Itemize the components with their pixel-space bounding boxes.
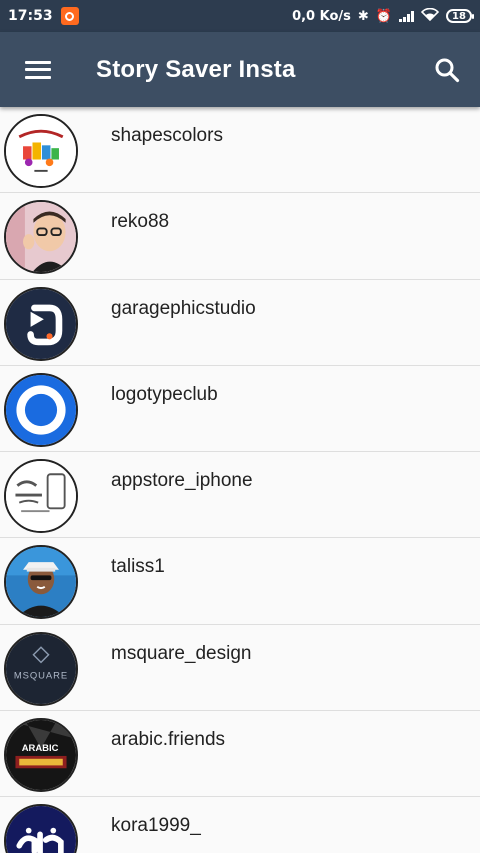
alarm-off-icon: ⏰ <box>375 8 392 24</box>
battery-icon: 18 <box>446 9 474 23</box>
signal-icon <box>399 10 414 22</box>
username: arabic.friends <box>111 729 226 751</box>
menu-button[interactable] <box>0 32 76 107</box>
list-item[interactable]: ARABIC arabic.friends <box>0 711 480 798</box>
list-item[interactable]: reko88 <box>0 193 480 280</box>
avatar-appstore-iphone <box>4 459 78 534</box>
avatar-kora1999 <box>4 804 78 853</box>
app-bar: Story Saver Insta <box>0 32 480 107</box>
username: appstore_iphone <box>111 470 253 492</box>
bluetooth-icon: ✱ <box>357 8 369 24</box>
avatar-arabic-friends: ARABIC <box>4 718 78 793</box>
username: msquare_design <box>111 642 252 664</box>
wifi-icon <box>420 7 440 24</box>
avatar-msquare-design: MSQUARE <box>4 631 78 706</box>
username: logotypeclub <box>111 383 218 405</box>
avatar-taliss1 <box>4 545 78 620</box>
avatar-shapescolors <box>4 114 78 188</box>
search-button[interactable] <box>418 32 476 107</box>
arabic-logo-text: ARABIC <box>22 743 59 754</box>
username: taliss1 <box>111 556 165 578</box>
list-item[interactable]: shapescolors <box>0 107 480 194</box>
avatar-garagephicstudio <box>4 286 78 361</box>
list-item[interactable]: garagephicstudio <box>0 279 480 366</box>
search-icon <box>435 58 460 82</box>
status-bar: 17:53 0,0 Ko/s ✱ ⏰ 18 <box>0 0 480 32</box>
list-item[interactable]: MSQUARE msquare_design <box>0 624 480 712</box>
notification-icon <box>60 7 79 25</box>
list-item[interactable]: appstore_iphone <box>0 452 480 539</box>
avatar-logotypeclub <box>4 372 78 447</box>
username: garagephicstudio <box>111 297 256 319</box>
app-title: Story Saver Insta <box>96 55 296 83</box>
msquare-logo-text: MSQUARE <box>14 670 68 681</box>
list-item[interactable]: kora1999_ <box>0 797 480 853</box>
status-indicators: 0,0 Ko/s ✱ ⏰ 18 <box>292 7 474 24</box>
network-speed: 0,0 Ko/s <box>292 8 351 24</box>
list-item[interactable]: taliss1 <box>0 538 480 625</box>
account-list: shapescolors reko88 garagephicstudio log… <box>0 107 480 853</box>
list-item[interactable]: logotypeclub <box>0 365 480 453</box>
status-time: 17:53 <box>8 8 53 24</box>
username: kora1999_ <box>111 815 201 837</box>
username: reko88 <box>111 211 170 233</box>
username: shapescolors <box>111 125 223 146</box>
hamburger-menu-icon <box>25 60 51 79</box>
avatar-reko88 <box>4 200 78 275</box>
